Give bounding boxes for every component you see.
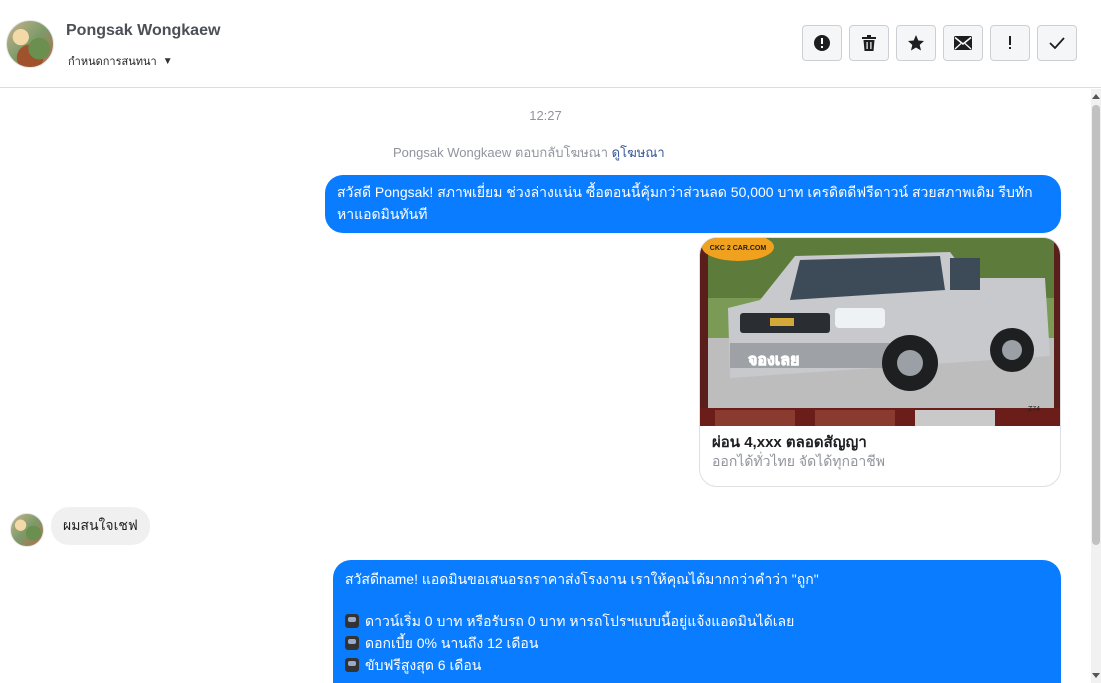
report-button[interactable] <box>802 25 842 61</box>
car-icon <box>345 636 359 650</box>
mark-unread-button[interactable] <box>943 25 983 61</box>
message-thread[interactable]: 12:27 Pongsak Wongkaew ตอบกลับโฆษณา ดูโฆ… <box>0 89 1091 683</box>
scroll-thumb[interactable] <box>1092 105 1100 545</box>
conversation-header: Pongsak Wongkaew กำหนดการสนทนา ▼ <box>0 0 1101 88</box>
thread-scrollbar[interactable] <box>1091 89 1101 683</box>
scroll-down-arrow-icon[interactable] <box>1092 673 1100 678</box>
car-icon <box>345 614 359 628</box>
star-icon <box>908 35 924 51</box>
star-button[interactable] <box>896 25 936 61</box>
dealer-badge: CKC 2 CAR.COM <box>710 245 767 252</box>
manage-conversation-dropdown[interactable]: กำหนดการสนทนา ▼ <box>68 52 173 70</box>
contact-avatar[interactable] <box>6 20 54 68</box>
promo-line: ขับฟรีสูงสุด 6 เดือน <box>345 654 1049 676</box>
ad-card[interactable]: CKC 2 CAR.COM จองเลย Z74 ผ่อน 4,xxx ตลอด… <box>699 237 1061 487</box>
spam-button[interactable] <box>990 25 1030 61</box>
car-image[interactable]: CKC 2 CAR.COM จองเลย Z74 <box>700 238 1061 426</box>
outgoing-message[interactable]: สวัสดี Pongsak! สภาพเยี่ยม ช่วงล่างแน่น … <box>325 175 1061 233</box>
outgoing-message-promo[interactable]: สวัสดีname! แอดมินขอเสนอรถราคาส่งโรงงาน … <box>333 560 1061 683</box>
manage-conversation-label: กำหนดการสนทนา <box>68 56 157 68</box>
trash-icon <box>862 34 876 51</box>
exclamation-icon <box>1009 36 1011 49</box>
promo-line-text: ขับฟรีสูงสุด 6 เดือน <box>365 657 482 673</box>
ad-reply-text: Pongsak Wongkaew ตอบกลับโฆษณา <box>393 145 609 160</box>
alert-circle-icon <box>814 35 830 51</box>
promo-line: ดาวน์เริ่ม 0 บาท หรือรับรถ 0 บาท หารถโปร… <box>345 610 1049 632</box>
ad-card-subtitle: ออกได้ทั่วไทย จัดได้ทุกอาชีพ <box>712 453 886 469</box>
promo-line-text: ดอกเบี้ย 0% นานถึง 12 เดือน <box>365 635 539 651</box>
incoming-message[interactable]: ผมสนใจเชฟ <box>51 507 150 545</box>
sender-avatar <box>10 513 44 547</box>
chevron-down-icon: ▼ <box>162 55 173 67</box>
mark-done-button[interactable] <box>1037 25 1077 61</box>
promo-line-text: ดาวน์เริ่ม 0 บาท หรือรับรถ 0 บาท หารถโปร… <box>365 613 795 629</box>
view-ad-link[interactable]: ดูโฆษณา <box>612 145 665 160</box>
checkmark-icon <box>1049 37 1065 49</box>
promo-intro: สวัสดีname! แอดมินขอเสนอรถราคาส่งโรงงาน … <box>345 571 819 587</box>
delete-button[interactable] <box>849 25 889 61</box>
contact-name[interactable]: Pongsak Wongkaew <box>66 22 220 40</box>
ad-reply-notice: Pongsak Wongkaew ตอบกลับโฆษณา ดูโฆษณา <box>393 142 665 163</box>
image-overlay-text: จองเลย <box>748 350 799 369</box>
message-timestamp: 12:27 <box>529 108 562 123</box>
promo-line: ดอกเบี้ย 0% นานถึง 12 เดือน <box>345 632 1049 654</box>
envelope-icon <box>954 36 972 50</box>
scroll-up-arrow-icon[interactable] <box>1092 94 1100 99</box>
action-toolbar <box>802 25 1077 61</box>
car-icon <box>345 658 359 672</box>
image-corner-code: Z74 <box>1028 406 1040 413</box>
